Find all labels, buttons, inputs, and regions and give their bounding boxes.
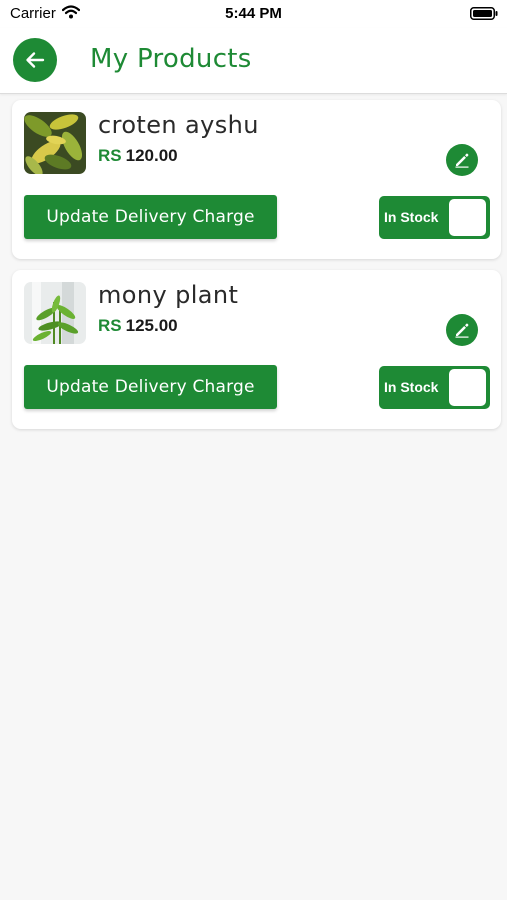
edit-product-button[interactable] [446,314,478,346]
in-stock-toggle[interactable]: In Stock [379,196,490,239]
stock-toggle-label: In Stock [384,209,439,225]
price-amount: 125.00 [125,316,178,335]
app-bar: My Products [0,28,507,94]
page-title: My Products [90,44,252,74]
product-price: RS 120.00 [98,146,178,166]
edit-product-button[interactable] [446,144,478,176]
price-currency: RS [98,146,122,165]
product-list: croten ayshu RS 120.00 Update Delivery Ch… [12,100,501,440]
toggle-knob [449,199,486,236]
product-card: croten ayshu RS 120.00 Update Delivery Ch… [12,100,501,259]
arrow-left-icon [26,52,45,68]
product-card: mony plant RS 125.00 Update Delivery Char… [12,270,501,429]
toggle-knob [449,369,486,406]
battery-icon [470,7,498,20]
price-amount: 120.00 [125,146,178,165]
stock-toggle-label: In Stock [384,379,439,395]
product-price: RS 125.00 [98,316,178,336]
product-image [24,282,86,344]
product-name: mony plant [98,281,239,309]
clock: 5:44 PM [225,5,282,22]
back-button[interactable] [13,38,57,82]
pencil-icon [455,323,469,338]
update-delivery-charge-button[interactable]: Update Delivery Charge [24,195,277,239]
product-name: croten ayshu [98,111,259,139]
product-image [24,112,86,174]
price-currency: RS [98,316,122,335]
in-stock-toggle[interactable]: In Stock [379,366,490,409]
pencil-icon [455,153,469,168]
status-bar: Carrier 5:44 PM [0,0,507,28]
update-delivery-charge-button[interactable]: Update Delivery Charge [24,365,277,409]
